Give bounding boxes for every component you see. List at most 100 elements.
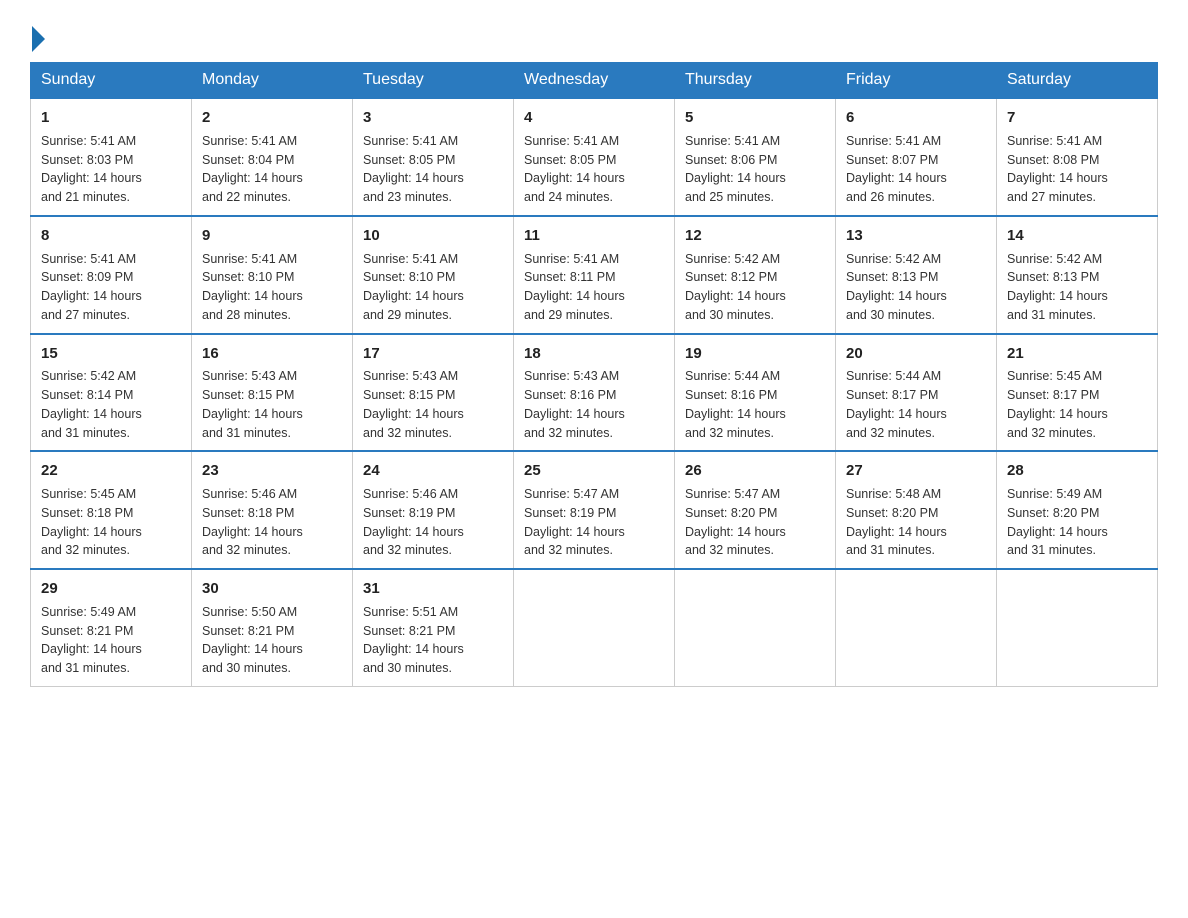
day-number: 19 (685, 343, 825, 365)
day-number: 28 (1007, 460, 1147, 482)
day-info: Sunrise: 5:42 AMSunset: 8:14 PMDaylight:… (41, 367, 181, 442)
calendar-cell: 21Sunrise: 5:45 AMSunset: 8:17 PMDayligh… (997, 334, 1158, 452)
col-header-monday: Monday (192, 63, 353, 99)
day-number: 9 (202, 225, 342, 247)
calendar-cell: 20Sunrise: 5:44 AMSunset: 8:17 PMDayligh… (836, 334, 997, 452)
calendar-cell: 23 Sunrise: 5:46 AMSunset: 8:18 PMDayligh… (192, 451, 353, 569)
calendar-cell (514, 569, 675, 686)
day-info: Sunrise: 5:50 AMSunset: 8:21 PMDaylight:… (202, 603, 342, 678)
col-header-wednesday: Wednesday (514, 63, 675, 99)
col-header-friday: Friday (836, 63, 997, 99)
day-number: 3 (363, 107, 503, 129)
day-number: 4 (524, 107, 664, 129)
calendar-cell: 4Sunrise: 5:41 AMSunset: 8:05 PMDaylight… (514, 98, 675, 216)
calendar-cell: 13 Sunrise: 5:42 AMSunset: 8:13 PMDayligh… (836, 216, 997, 334)
calendar-cell: 14 Sunrise: 5:42 AMSunset: 8:13 PMDayligh… (997, 216, 1158, 334)
day-number: 1 (41, 107, 181, 129)
col-header-thursday: Thursday (675, 63, 836, 99)
day-number: 15 (41, 343, 181, 365)
day-number: 6 (846, 107, 986, 129)
calendar-header-row: SundayMondayTuesdayWednesdayThursdayFrid… (31, 63, 1158, 99)
calendar-cell: 17Sunrise: 5:43 AMSunset: 8:15 PMDayligh… (353, 334, 514, 452)
day-info: Sunrise: 5:43 AMSunset: 8:16 PMDaylight:… (524, 367, 664, 442)
day-number: 24 (363, 460, 503, 482)
calendar-cell (836, 569, 997, 686)
calendar-week-row: 15Sunrise: 5:42 AMSunset: 8:14 PMDayligh… (31, 334, 1158, 452)
day-number: 30 (202, 578, 342, 600)
day-number: 12 (685, 225, 825, 247)
calendar-cell: 26 Sunrise: 5:47 AMSunset: 8:20 PMDayligh… (675, 451, 836, 569)
calendar-cell: 31 Sunrise: 5:51 AMSunset: 8:21 PMDayligh… (353, 569, 514, 686)
day-info: Sunrise: 5:41 AMSunset: 8:10 PMDaylight:… (202, 250, 342, 325)
day-info: Sunrise: 5:49 AMSunset: 8:21 PMDaylight:… (41, 603, 181, 678)
calendar-cell (997, 569, 1158, 686)
calendar-cell: 16Sunrise: 5:43 AMSunset: 8:15 PMDayligh… (192, 334, 353, 452)
day-info: Sunrise: 5:51 AMSunset: 8:21 PMDaylight:… (363, 603, 503, 678)
day-info: Sunrise: 5:41 AMSunset: 8:05 PMDaylight:… (363, 132, 503, 207)
day-number: 13 (846, 225, 986, 247)
day-info: Sunrise: 5:44 AMSunset: 8:17 PMDaylight:… (846, 367, 986, 442)
calendar-week-row: 8Sunrise: 5:41 AMSunset: 8:09 PMDaylight… (31, 216, 1158, 334)
day-number: 2 (202, 107, 342, 129)
col-header-tuesday: Tuesday (353, 63, 514, 99)
calendar-cell: 18Sunrise: 5:43 AMSunset: 8:16 PMDayligh… (514, 334, 675, 452)
day-info: Sunrise: 5:47 AMSunset: 8:19 PMDaylight:… (524, 485, 664, 560)
day-info: Sunrise: 5:43 AMSunset: 8:15 PMDaylight:… (363, 367, 503, 442)
day-number: 10 (363, 225, 503, 247)
day-info: Sunrise: 5:46 AMSunset: 8:19 PMDaylight:… (363, 485, 503, 560)
calendar-cell: 7 Sunrise: 5:41 AMSunset: 8:08 PMDaylight… (997, 98, 1158, 216)
calendar-cell (675, 569, 836, 686)
calendar-cell: 2Sunrise: 5:41 AMSunset: 8:04 PMDaylight… (192, 98, 353, 216)
calendar-cell: 30 Sunrise: 5:50 AMSunset: 8:21 PMDayligh… (192, 569, 353, 686)
col-header-saturday: Saturday (997, 63, 1158, 99)
day-info: Sunrise: 5:41 AMSunset: 8:08 PMDaylight:… (1007, 132, 1147, 207)
calendar-cell: 24 Sunrise: 5:46 AMSunset: 8:19 PMDayligh… (353, 451, 514, 569)
day-info: Sunrise: 5:42 AMSunset: 8:12 PMDaylight:… (685, 250, 825, 325)
calendar-cell: 6Sunrise: 5:41 AMSunset: 8:07 PMDaylight… (836, 98, 997, 216)
day-number: 23 (202, 460, 342, 482)
day-info: Sunrise: 5:42 AMSunset: 8:13 PMDaylight:… (846, 250, 986, 325)
day-info: Sunrise: 5:41 AMSunset: 8:10 PMDaylight:… (363, 250, 503, 325)
day-info: Sunrise: 5:47 AMSunset: 8:20 PMDaylight:… (685, 485, 825, 560)
day-number: 18 (524, 343, 664, 365)
day-number: 17 (363, 343, 503, 365)
day-info: Sunrise: 5:49 AMSunset: 8:20 PMDaylight:… (1007, 485, 1147, 560)
calendar-cell: 9 Sunrise: 5:41 AMSunset: 8:10 PMDaylight… (192, 216, 353, 334)
day-info: Sunrise: 5:41 AMSunset: 8:06 PMDaylight:… (685, 132, 825, 207)
calendar-week-row: 22 Sunrise: 5:45 AMSunset: 8:18 PMDayligh… (31, 451, 1158, 569)
calendar-cell: 10 Sunrise: 5:41 AMSunset: 8:10 PMDayligh… (353, 216, 514, 334)
calendar-week-row: 29Sunrise: 5:49 AMSunset: 8:21 PMDayligh… (31, 569, 1158, 686)
calendar-cell: 11Sunrise: 5:41 AMSunset: 8:11 PMDayligh… (514, 216, 675, 334)
day-number: 7 (1007, 107, 1147, 129)
logo-triangle-icon (32, 26, 45, 52)
day-info: Sunrise: 5:45 AMSunset: 8:17 PMDaylight:… (1007, 367, 1147, 442)
day-number: 31 (363, 578, 503, 600)
day-number: 26 (685, 460, 825, 482)
logo (30, 20, 45, 52)
day-number: 21 (1007, 343, 1147, 365)
calendar-cell: 8Sunrise: 5:41 AMSunset: 8:09 PMDaylight… (31, 216, 192, 334)
calendar-cell: 1 Sunrise: 5:41 AMSunset: 8:03 PMDaylight… (31, 98, 192, 216)
calendar-cell: 28 Sunrise: 5:49 AMSunset: 8:20 PMDayligh… (997, 451, 1158, 569)
calendar-cell: 25Sunrise: 5:47 AMSunset: 8:19 PMDayligh… (514, 451, 675, 569)
day-info: Sunrise: 5:41 AMSunset: 8:11 PMDaylight:… (524, 250, 664, 325)
day-info: Sunrise: 5:44 AMSunset: 8:16 PMDaylight:… (685, 367, 825, 442)
calendar-cell: 19Sunrise: 5:44 AMSunset: 8:16 PMDayligh… (675, 334, 836, 452)
day-info: Sunrise: 5:42 AMSunset: 8:13 PMDaylight:… (1007, 250, 1147, 325)
day-number: 14 (1007, 225, 1147, 247)
day-info: Sunrise: 5:41 AMSunset: 8:03 PMDaylight:… (41, 132, 181, 207)
day-number: 16 (202, 343, 342, 365)
day-info: Sunrise: 5:43 AMSunset: 8:15 PMDaylight:… (202, 367, 342, 442)
day-info: Sunrise: 5:45 AMSunset: 8:18 PMDaylight:… (41, 485, 181, 560)
day-number: 20 (846, 343, 986, 365)
calendar-cell: 22 Sunrise: 5:45 AMSunset: 8:18 PMDayligh… (31, 451, 192, 569)
day-number: 22 (41, 460, 181, 482)
day-info: Sunrise: 5:41 AMSunset: 8:09 PMDaylight:… (41, 250, 181, 325)
calendar-table: SundayMondayTuesdayWednesdayThursdayFrid… (30, 62, 1158, 687)
day-info: Sunrise: 5:46 AMSunset: 8:18 PMDaylight:… (202, 485, 342, 560)
day-number: 27 (846, 460, 986, 482)
calendar-cell: 5 Sunrise: 5:41 AMSunset: 8:06 PMDaylight… (675, 98, 836, 216)
col-header-sunday: Sunday (31, 63, 192, 99)
day-number: 5 (685, 107, 825, 129)
day-info: Sunrise: 5:48 AMSunset: 8:20 PMDaylight:… (846, 485, 986, 560)
